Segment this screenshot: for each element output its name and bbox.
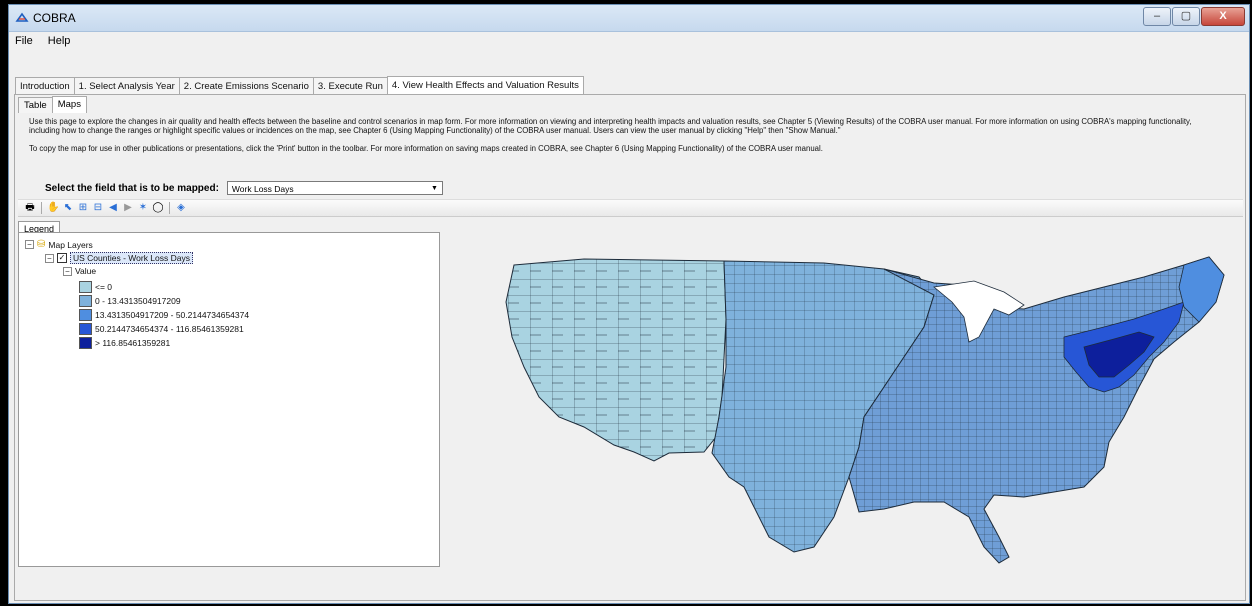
legend-class-row[interactable]: 50.2144734654374 - 116.85461359281: [79, 323, 244, 335]
tree-value[interactable]: – Value: [63, 266, 96, 276]
instructions-paragraph-1: Use this page to explore the changes in …: [29, 117, 1192, 135]
print-icon[interactable]: 🖶: [24, 202, 36, 214]
title-bar: COBRA – ▢ X: [9, 5, 1249, 32]
tab-execute-run[interactable]: 3. Execute Run: [312, 77, 388, 95]
layer-label[interactable]: US Counties - Work Loss Days: [70, 252, 193, 264]
legend-panel: – ⛁ Map Layers – ✓ US Counties - Work Lo…: [18, 232, 440, 567]
subtab-maps[interactable]: Maps: [51, 96, 87, 113]
legend-class-row[interactable]: <= 0: [79, 281, 112, 293]
maximize-button[interactable]: ▢: [1172, 7, 1200, 26]
tab-introduction[interactable]: Introduction: [15, 77, 75, 95]
cobra-logo-icon: [15, 12, 29, 22]
legend-swatch[interactable]: [79, 337, 92, 349]
toolbar-separator: [41, 202, 42, 214]
tree-map-layers[interactable]: – ⛁ Map Layers: [25, 239, 93, 250]
sub-tabs: Table Maps: [18, 96, 87, 113]
legend-class-label: 50.2144734654374 - 116.85461359281: [95, 324, 244, 334]
app-window: COBRA – ▢ X File Help Introduction 1. Se…: [8, 4, 1250, 604]
tab-create-emissions-scenario[interactable]: 2. Create Emissions Scenario: [178, 77, 314, 95]
menu-help[interactable]: Help: [42, 32, 77, 50]
tab-select-analysis-year[interactable]: 1. Select Analysis Year: [73, 77, 180, 95]
field-select-dropdown[interactable]: Work Loss Days ▼: [226, 181, 443, 195]
minimize-button[interactable]: –: [1143, 7, 1171, 26]
legend-class-row[interactable]: 13.4313504917209 - 50.2144734654374: [79, 309, 249, 321]
layer-visibility-checkbox[interactable]: ✓: [57, 253, 67, 263]
instructions-paragraph-2: To copy the map for use in other publica…: [29, 144, 823, 153]
legend-swatch[interactable]: [79, 281, 92, 293]
map-toolbar: 🖶 ✋ ⬉ ⊞ ⊟ ◀ ▶ ✶ ◯ ◈: [18, 199, 1243, 217]
full-extent-icon[interactable]: ◯: [152, 202, 164, 214]
legend-class-label: 13.4313504917209 - 50.2144734654374: [95, 310, 250, 320]
field-select-value: Work Loss Days: [231, 184, 294, 194]
pan-icon[interactable]: ✋: [47, 202, 59, 214]
tree-layer[interactable]: – ✓ US Counties - Work Loss Days: [45, 252, 193, 264]
back-icon[interactable]: ◀: [107, 202, 119, 214]
legend-swatch[interactable]: [79, 323, 92, 335]
legend-class-row[interactable]: > 116.85461359281: [79, 337, 170, 349]
map-layers-icon: ⛁: [37, 239, 46, 250]
toolbar-separator: [169, 202, 170, 214]
legend-swatch[interactable]: [79, 309, 92, 321]
collapse-icon[interactable]: –: [25, 240, 34, 249]
value-label: Value: [75, 266, 97, 276]
map-region-west: [505, 258, 727, 462]
collapse-icon[interactable]: –: [63, 266, 72, 276]
legend-class-label: 0 - 13.4313504917209: [95, 296, 181, 306]
legend-class-label: <= 0: [95, 282, 113, 292]
legend-class-label: > 116.85461359281: [95, 338, 171, 348]
collapse-icon[interactable]: –: [45, 253, 54, 263]
map-layers-label: Map Layers: [48, 239, 93, 250]
menu-bar: File Help: [9, 32, 1249, 52]
zoom-in-icon[interactable]: ⊞: [77, 202, 89, 214]
select-icon[interactable]: ⬉: [62, 202, 74, 214]
field-selector-row: Select the field that is to be mapped: W…: [45, 180, 443, 196]
forward-icon[interactable]: ▶: [122, 202, 134, 214]
layer-icon[interactable]: ◈: [175, 202, 187, 214]
identify-icon[interactable]: ✶: [137, 202, 149, 214]
tab-view-health-effects[interactable]: 4. View Health Effects and Valuation Res…: [386, 76, 584, 96]
close-button[interactable]: X: [1201, 7, 1245, 26]
legend-class-row[interactable]: 0 - 13.4313504917209: [79, 295, 181, 307]
legend-swatch[interactable]: [79, 295, 92, 307]
dropdown-arrow-icon: ▼: [430, 185, 438, 192]
subtab-table[interactable]: Table: [18, 97, 53, 113]
menu-file[interactable]: File: [9, 32, 39, 50]
field-select-label: Select the field that is to be mapped:: [45, 182, 219, 194]
zoom-out-icon[interactable]: ⊟: [92, 202, 104, 214]
window-title: COBRA: [33, 11, 76, 25]
instructions-text: Use this page to explore the changes in …: [29, 117, 1209, 162]
main-tabs: Introduction 1. Select Analysis Year 2. …: [15, 76, 584, 96]
us-counties-map[interactable]: [464, 247, 1252, 569]
